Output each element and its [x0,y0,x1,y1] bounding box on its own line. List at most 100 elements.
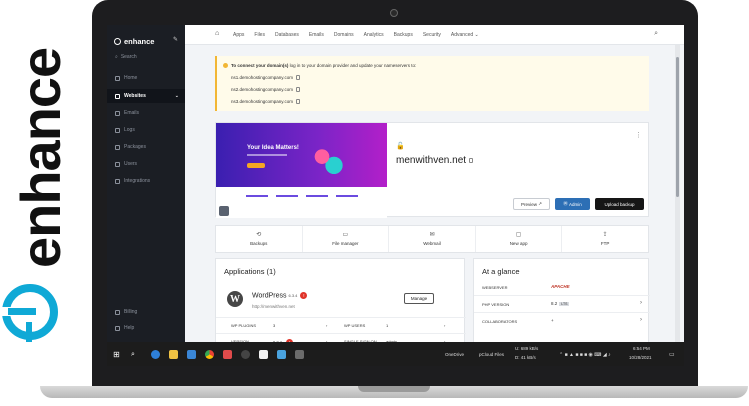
update-badge[interactable]: ! [300,292,308,299]
chevron-right-icon[interactable]: › [640,317,642,323]
app-url[interactable]: http://menwithven.net [252,304,295,309]
copy-icon[interactable] [295,75,300,80]
tray-icons[interactable]: ⌃ ■ ▲ ■ ■ ■ ◉ ⌨ ◢ ♪ [559,352,611,358]
mail-icon: ✉ [429,232,435,238]
plug-icon [115,178,120,184]
at-a-glance-card: At a glance WEBSERVER APACHE PHP VERSION… [473,258,650,348]
preview-hero-subtitle [247,154,287,156]
tab-emails[interactable]: Emails [309,32,324,38]
copy-icon[interactable] [468,158,473,163]
search-icon[interactable]: ⌕ [131,350,140,359]
action-webmail[interactable]: ✉ Webmail [389,226,476,252]
app-icon[interactable] [241,350,250,359]
search-icon[interactable]: ⌕ [654,30,658,38]
website-card: Your Idea Matters! 🔓 menwithven.net ⋮ Pr… [215,122,649,218]
help-icon [115,325,120,331]
php-version-label: PHP VERSION [482,302,510,307]
file-explorer-icon[interactable] [169,350,178,359]
tab-advanced[interactable]: Advanced ⌄ [451,32,479,38]
action-backups[interactable]: ⟲ Backups [216,226,303,252]
add-collaborator-icon[interactable]: + [551,318,554,323]
chevron-right-icon[interactable]: › [326,323,327,328]
windows-start-icon[interactable]: ⊞ [113,350,122,359]
sidebar-item-logs[interactable]: Logs [107,123,185,137]
chevron-right-icon[interactable]: › [444,323,445,328]
preview-button[interactable]: Preview ↗ [513,198,550,210]
tab-apps[interactable]: Apps [233,32,244,38]
sidebar-logo[interactable]: enhance [114,37,154,46]
tab-security[interactable]: Security [423,32,441,38]
nameserver-notice: To connect your domain(s) log in to your… [215,56,649,111]
copy-icon[interactable] [295,87,300,92]
applications-title: Applications (1) [224,267,276,276]
package-icon [115,144,120,150]
sidebar-item-packages[interactable]: Packages [107,140,185,154]
sidebar-item-home[interactable]: Home [107,71,185,85]
tab-files[interactable]: Files [254,32,265,38]
more-options-icon[interactable]: ⋮ [635,131,642,139]
sidebar-item-websites[interactable]: Websites ⌄ [107,89,185,103]
sidebar-item-help[interactable]: Help [107,321,185,335]
divider [474,312,650,313]
tab-analytics[interactable]: Analytics [364,32,384,38]
admin-button[interactable]: Ⓦ Admin [555,198,590,210]
preview-hero [216,123,387,187]
snipping-tool-icon[interactable] [259,350,268,359]
preview-feature-block [276,195,298,205]
manage-button[interactable]: Manage [404,293,434,304]
chrome-icon[interactable] [205,350,214,359]
brand-wordmark-text: enhance [9,47,72,268]
notifications-icon[interactable]: ▭ [669,351,675,358]
onedrive-label[interactable]: OneDrive [445,352,464,357]
app-icon[interactable] [223,350,232,359]
enhance-mark-icon [114,38,121,45]
folder-icon: ▭ [342,232,349,238]
clock-date[interactable]: 10/28/2021 [629,355,652,360]
clock-time[interactable]: 6:54 PM [633,346,650,351]
warning-icon [223,63,228,69]
sidebar-item-integrations[interactable]: Integrations [107,174,185,188]
site-domain: menwithven.net [396,155,473,166]
action-ftp[interactable]: ⇪ FTP [562,226,648,252]
laptop-screen: enhance ✎ ⌕ Search Home Websites ⌄ Emails… [107,25,684,366]
upload-backup-button[interactable]: Upload backup [595,198,644,210]
pin-icon[interactable]: ✎ [173,36,178,43]
globe-icon [115,93,120,99]
action-file-manager[interactable]: ▭ File manager [303,226,390,252]
list-icon [115,127,120,133]
action-new-app[interactable]: ▢ New app [476,226,563,252]
nameserver-row: ns1.demohostingcompany.com [231,75,300,80]
sidebar-item-emails[interactable]: Emails [107,106,185,120]
wp-users-value: 1 [386,323,389,328]
enhance-logo-icon [2,284,58,342]
sidebar-search[interactable]: ⌕ Search [115,54,137,60]
chevron-right-icon[interactable]: › [640,300,642,306]
chevron-down-icon: ⌄ [474,32,479,38]
search-icon: ⌕ [115,54,118,60]
home-icon[interactable]: ⌂ [215,30,219,37]
site-preview-thumbnail[interactable]: Your Idea Matters! [216,123,387,218]
unsecure-lock-icon: 🔓 [396,143,405,150]
sidebar-item-users[interactable]: Users [107,157,185,171]
edit-preview-icon[interactable] [219,206,229,216]
webserver-label: WEBSERVER [482,285,508,290]
sidebar: enhance ✎ ⌕ Search Home Websites ⌄ Emails… [107,25,185,342]
app-icon[interactable] [277,350,286,359]
top-nav-links: Apps Files Databases Emails Domains Anal… [233,32,479,38]
sidebar-item-billing[interactable]: Billing [107,305,185,319]
edge-icon[interactable] [151,350,160,359]
tab-databases[interactable]: Databases [275,32,299,38]
pcloud-label[interactable]: pCloud Files [479,352,504,357]
scrollbar-thumb[interactable] [676,57,679,197]
sidebar-search-label: Search [120,54,137,60]
tab-domains[interactable]: Domains [334,32,354,38]
upload-icon: ⇪ [602,232,608,238]
app-icon[interactable] [295,350,304,359]
quick-actions: ⟲ Backups ▭ File manager ✉ Webmail ▢ New app… [215,225,649,253]
scrollbar[interactable] [675,45,680,342]
tab-backups[interactable]: Backups [394,32,413,38]
copy-icon[interactable] [295,99,300,104]
preview-illustration [306,139,346,183]
wordpress-icon: W [227,291,243,307]
mail-icon[interactable] [187,350,196,359]
